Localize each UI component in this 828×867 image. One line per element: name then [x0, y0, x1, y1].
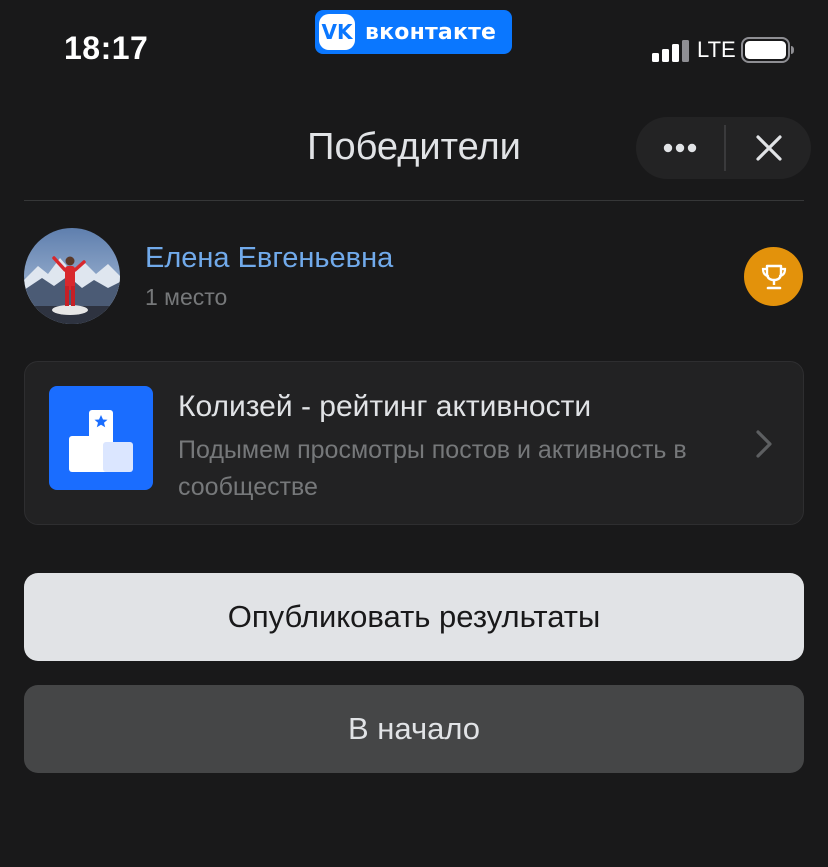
- header-separator: [24, 200, 804, 201]
- network-type: LTE: [697, 37, 736, 62]
- app-icon: [49, 386, 153, 490]
- trophy-badge: [744, 247, 803, 306]
- status-bar: 18:17 VK вконтакте LTE: [0, 0, 828, 100]
- close-button[interactable]: [726, 117, 811, 179]
- more-dots-icon: [663, 143, 697, 153]
- battery-full-icon: [741, 37, 794, 63]
- avatar[interactable]: [24, 228, 120, 324]
- app-card[interactable]: Колизей - рейтинг активности Подымем про…: [24, 361, 804, 525]
- vk-badge-label: вконтакте: [365, 19, 497, 45]
- vk-app-badge[interactable]: VK вконтакте: [315, 10, 512, 54]
- chevron-right-icon: [756, 430, 772, 458]
- close-icon: [755, 135, 782, 161]
- signal-bars-icon: [652, 40, 689, 62]
- trophy-icon: [761, 264, 786, 289]
- header: Победители: [0, 100, 828, 200]
- more-button[interactable]: [636, 117, 724, 179]
- header-controls: [636, 117, 811, 179]
- avatar-image: [24, 228, 120, 324]
- winner-name[interactable]: Елена Евгеньевна: [145, 242, 393, 275]
- winner-place: 1 место: [145, 284, 228, 310]
- back-to-start-button[interactable]: В начало: [24, 685, 804, 773]
- app-title: Колизей - рейтинг активности: [178, 390, 592, 423]
- winner-row[interactable]: Елена Евгеньевна 1 место: [24, 228, 804, 324]
- publish-results-button[interactable]: Опубликовать результаты: [24, 573, 804, 661]
- podium-icon: [69, 410, 133, 472]
- vk-logo-icon: VK: [319, 14, 355, 50]
- app-description: Подымем просмотры постов и активность в …: [178, 436, 687, 501]
- status-time: 18:17: [64, 30, 149, 66]
